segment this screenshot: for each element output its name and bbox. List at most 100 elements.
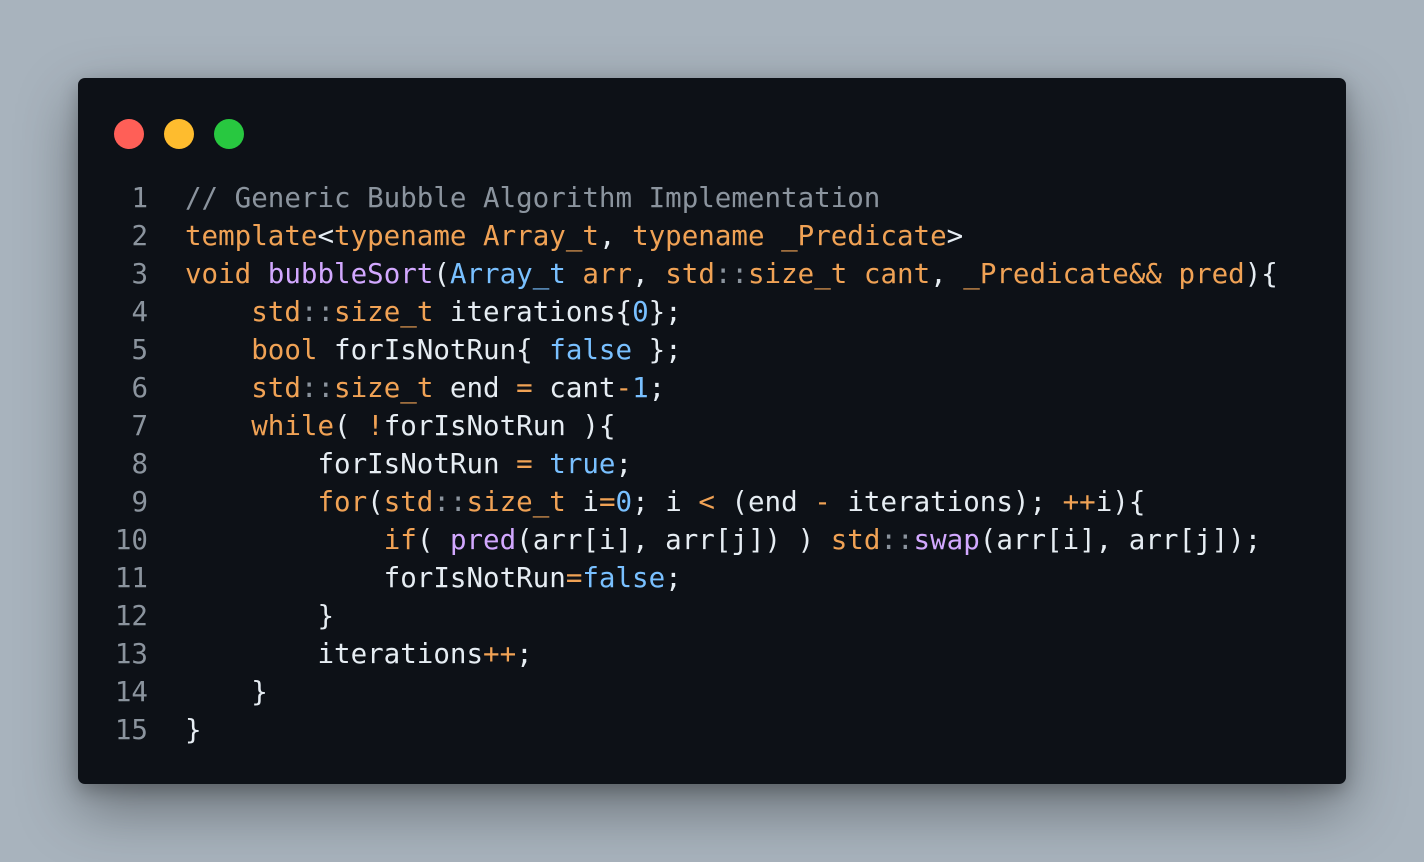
code-token: for — [317, 486, 368, 518]
code-token: i){ — [1095, 486, 1146, 518]
code-token: std — [251, 372, 301, 404]
code-token: } — [185, 600, 335, 632]
code-token: ++ — [1062, 486, 1096, 518]
line-source: std::size_t iterations{0}; — [185, 293, 682, 331]
line-number: 8 — [131, 448, 148, 480]
line-source: for(std::size_t i=0; i < (end - iteratio… — [185, 483, 1145, 521]
code-line: 11 forIsNotRun=false; — [78, 559, 1346, 597]
code-token: forIsNotRun — [185, 562, 566, 594]
code-line: 5 bool forIsNotRun{ false }; — [78, 331, 1346, 369]
code-token: ( — [433, 258, 450, 290]
code-token: swap — [913, 524, 980, 556]
code-token: } — [185, 676, 268, 708]
code-token: }; — [648, 296, 682, 328]
line-number: 1 — [131, 182, 148, 214]
code-token: ; — [516, 638, 533, 670]
code-token: ; — [615, 448, 633, 480]
minimize-button[interactable] — [164, 119, 194, 149]
code-token: ){ — [1244, 258, 1278, 290]
code-token: arr — [582, 258, 633, 290]
line-source: template<typename Array_t, typename _Pre… — [185, 217, 963, 255]
line-number: 5 — [131, 334, 148, 366]
close-button[interactable] — [114, 119, 144, 149]
code-token: forIsNotRun ){ — [383, 410, 616, 442]
code-token: pred — [1178, 258, 1245, 290]
code-line: 7 while( !forIsNotRun ){ — [78, 407, 1346, 445]
line-source: bool forIsNotRun{ false }; — [185, 331, 682, 369]
code-token: > — [946, 220, 964, 252]
line-number: 15 — [114, 714, 148, 746]
code-token: ; — [648, 372, 666, 404]
code-token: // Generic Bubble Algorithm Implementati… — [185, 182, 881, 214]
code-line: 6 std::size_t end = cant-1; — [78, 369, 1346, 407]
code-token: Array_t — [483, 220, 599, 252]
code-token: iterations); — [830, 486, 1063, 518]
code-token: void — [185, 258, 252, 290]
line-number: 7 — [131, 410, 148, 442]
code-token: Array_t — [449, 258, 566, 290]
line-number: 13 — [114, 638, 148, 670]
code-token: template — [185, 220, 318, 252]
code-token: cant — [532, 372, 616, 404]
code-token: while — [251, 410, 335, 442]
code-token: cant — [863, 258, 931, 290]
code-token: :: — [880, 524, 914, 556]
line-number: 3 — [131, 258, 148, 290]
code-token: 0 — [615, 486, 633, 518]
code-line: 1 // Generic Bubble Algorithm Implementat… — [78, 179, 1346, 217]
code-token: false — [549, 334, 633, 366]
code-line: 4 std::size_t iterations{0}; — [78, 293, 1346, 331]
code-token: forIsNotRun{ — [317, 334, 550, 366]
code-token: typename — [632, 220, 765, 252]
code-token: std — [383, 486, 434, 518]
code-token: std — [665, 258, 715, 290]
code-token: i — [565, 486, 599, 518]
line-number: 2 — [131, 220, 148, 252]
code-token: :: — [300, 372, 335, 404]
code-token: pred — [449, 524, 517, 556]
code-block: 1 // Generic Bubble Algorithm Implementat… — [78, 179, 1346, 749]
code-line: 8 forIsNotRun = true; — [78, 445, 1346, 483]
code-token: ( — [416, 524, 450, 556]
line-source: std::size_t end = cant-1; — [185, 369, 665, 407]
code-token: , — [632, 258, 666, 290]
code-token: }; — [632, 334, 682, 366]
code-token: ( — [334, 410, 368, 442]
code-token: ; — [665, 562, 682, 594]
code-token: size_t — [748, 258, 848, 290]
code-token: typename — [334, 220, 467, 252]
code-token: < — [317, 220, 335, 252]
maximize-button[interactable] — [214, 119, 244, 149]
line-source: forIsNotRun = true; — [185, 445, 632, 483]
code-token: 0 — [632, 296, 649, 328]
line-number: 10 — [114, 524, 148, 556]
code-token: , — [598, 220, 633, 252]
code-token: true — [549, 448, 616, 480]
code-token: = — [598, 486, 616, 518]
code-token: - — [615, 372, 633, 404]
code-token: forIsNotRun — [185, 448, 517, 480]
line-source: // Generic Bubble Algorithm Implementati… — [185, 179, 880, 217]
code-line: 15} — [78, 711, 1346, 749]
code-token: size_t — [466, 486, 566, 518]
code-token: std — [830, 524, 881, 556]
code-token: ++ — [483, 638, 517, 670]
code-line: 14 } — [78, 673, 1346, 711]
code-line: 9 for(std::size_t i=0; i < (end - iterat… — [78, 483, 1346, 521]
line-number: 11 — [114, 562, 148, 594]
code-token: std — [251, 296, 301, 328]
code-token: bubbleSort — [267, 258, 434, 290]
code-token: - — [814, 486, 831, 518]
line-source: } — [185, 597, 334, 635]
code-token: if — [383, 524, 417, 556]
code-token: :: — [300, 296, 335, 328]
